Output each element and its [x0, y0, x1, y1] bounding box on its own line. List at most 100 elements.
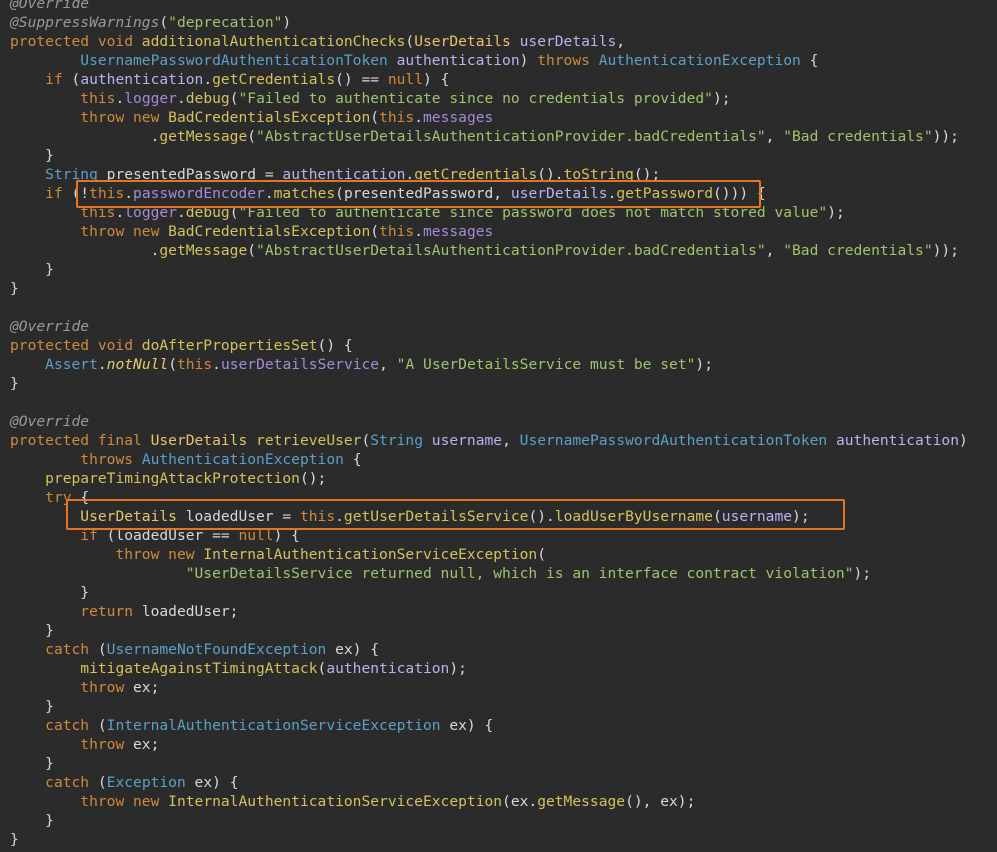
code-token: (), ex); — [625, 793, 696, 810]
code-token: logger — [124, 204, 177, 221]
code-token: loadUserByUsername — [554, 508, 713, 525]
code-token: throw new — [115, 546, 204, 563]
code-line: .getMessage("AbstractUserDetailsAuthenti… — [0, 127, 997, 146]
code-line: prepareTimingAttackProtection(); — [0, 469, 997, 488]
code-token: authentication — [396, 52, 520, 69]
code-token: { — [800, 52, 819, 69]
code-line: } — [0, 583, 997, 602]
code-line: } — [0, 697, 997, 716]
code-token: (); — [633, 166, 661, 183]
code-token: String — [370, 432, 432, 449]
code-token: if — [45, 185, 72, 202]
code-token: ( — [229, 204, 239, 221]
code-token: ( — [159, 14, 169, 31]
code-token: } — [10, 831, 19, 848]
code-line: throws AuthenticationException { — [0, 450, 997, 469]
code-token: . — [115, 204, 125, 221]
code-token: UsernamePasswordAuthenticationToken — [80, 52, 397, 69]
code-token: (! — [71, 185, 90, 202]
code-token: additionalAuthenticationChecks — [141, 33, 406, 50]
code-line: Assert.notNull(this.userDetailsService, … — [0, 355, 997, 374]
code-line: .getMessage("AbstractUserDetailsAuthenti… — [0, 241, 997, 260]
code-line: } — [0, 374, 997, 393]
code-token: . — [414, 109, 424, 126]
code-token: UsernameNotFoundException — [106, 641, 336, 658]
code-token: (). — [528, 508, 555, 525]
code-token: getCredentials — [212, 71, 336, 88]
code-token: getMessage — [537, 793, 626, 810]
code-token: getCredentials — [414, 166, 538, 183]
code-token: getPassword — [616, 185, 713, 202]
code-token: () == — [335, 71, 388, 88]
code-token: . — [414, 223, 424, 240]
code-token: } — [10, 812, 54, 829]
code-line: throw new BadCredentialsException(this.m… — [0, 222, 997, 241]
code-token: "A UserDetailsService must be set" — [396, 356, 696, 373]
code-token: (ex. — [502, 793, 538, 810]
code-editor[interactable]: @Override @SuppressWarnings("deprecation"… — [0, 0, 997, 852]
code-token: . — [10, 242, 160, 259]
code-line: } — [0, 754, 997, 773]
code-token: ( — [370, 109, 380, 126]
code-token: ( — [370, 223, 380, 240]
code-token: } — [10, 280, 19, 297]
code-token: notNull — [106, 356, 169, 373]
code-token: catch — [45, 717, 98, 734]
code-token: . — [405, 166, 415, 183]
code-line: if (!this.passwordEncoder.matches(presen… — [0, 184, 997, 203]
code-token: AuthenticationException — [598, 52, 801, 69]
code-token: ) { — [423, 71, 450, 88]
code-token: , — [379, 356, 397, 373]
code-line: throw ex; — [0, 678, 997, 697]
code-token: } — [10, 698, 54, 715]
code-token: } — [10, 755, 54, 772]
code-token: "AbstractUserDetailsAuthenticationProvid… — [256, 242, 766, 259]
code-token: catch — [45, 774, 98, 791]
code-token: @Override — [10, 0, 90, 12]
code-token: protected void — [10, 33, 142, 50]
code-token: ); — [827, 204, 845, 221]
code-line: @SuppressWarnings("deprecation") — [0, 13, 997, 32]
code-token: authentication — [80, 71, 204, 88]
code-token: ); — [853, 565, 872, 582]
code-token: passwordEncoder — [133, 185, 265, 202]
code-token: messages — [423, 223, 494, 240]
code-token: } — [10, 584, 90, 601]
code-token: mitigateAgainstTimingAttack — [80, 660, 318, 677]
code-line: try { — [0, 488, 997, 507]
code-token: "AbstractUserDetailsAuthenticationProvid… — [256, 128, 766, 145]
code-token: ) — [958, 432, 968, 449]
code-token: ) { — [273, 527, 300, 544]
code-token: authentication — [326, 660, 450, 677]
code-token: Exception — [106, 774, 195, 791]
code-token: protected void — [10, 337, 142, 354]
code-token: ); — [712, 90, 731, 107]
code-token: userDetailsService — [220, 356, 380, 373]
code-token: "UserDetailsService returned null, which… — [185, 565, 854, 582]
code-token: ( — [712, 508, 722, 525]
code-line: @Override — [0, 317, 997, 336]
code-token: this — [80, 90, 116, 107]
code-token: try — [45, 489, 81, 506]
code-token: . — [335, 508, 344, 525]
code-token: String — [45, 166, 107, 183]
code-token: authentication — [282, 166, 406, 183]
code-line: throw new InternalAuthenticationServiceE… — [0, 545, 997, 564]
code-token: this — [379, 109, 415, 126]
code-token: this — [89, 185, 125, 202]
code-token: ( — [97, 774, 107, 791]
code-token: messages — [423, 109, 494, 126]
code-token: (); — [299, 470, 327, 487]
code-token: BadCredentialsException — [168, 109, 371, 126]
